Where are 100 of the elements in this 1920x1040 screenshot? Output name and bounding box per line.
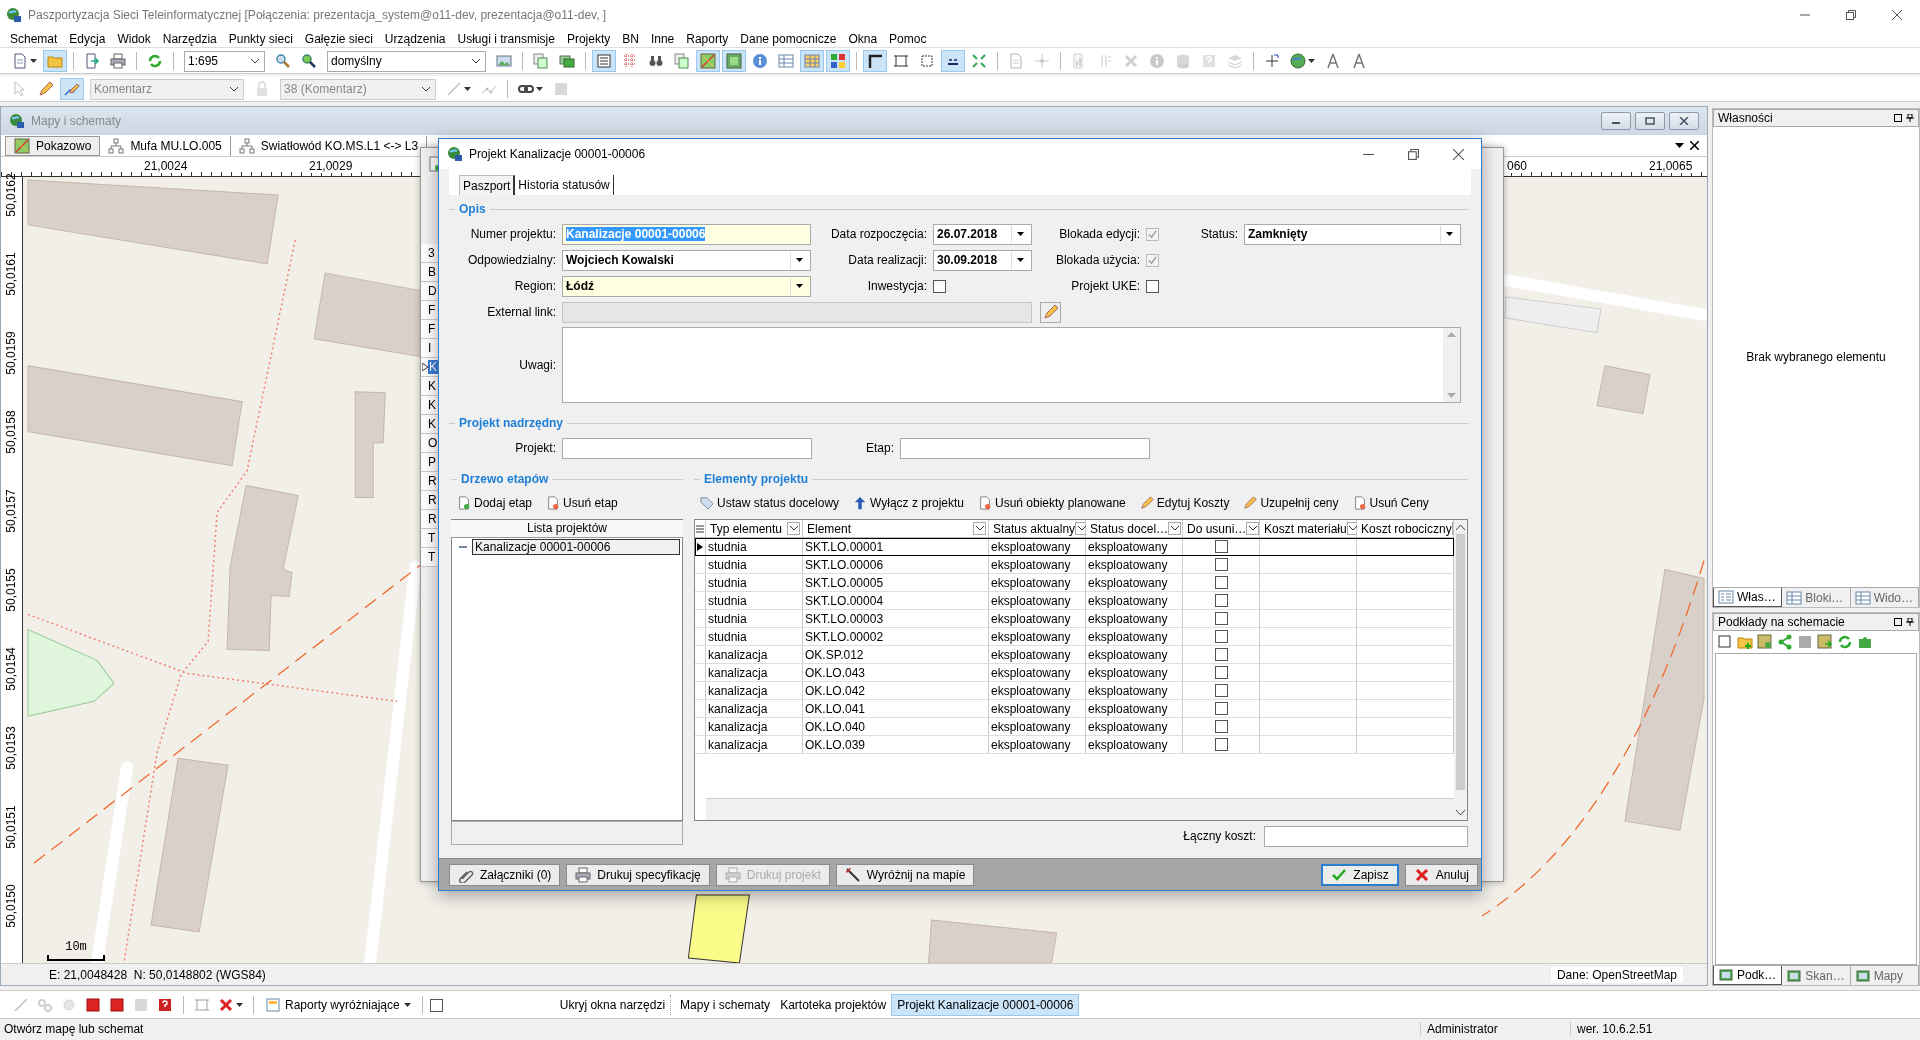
table-row[interactable]: studnia SKT.LO.00003 eksploatowany eksploatowany [695,610,1454,628]
taskbar-item[interactable]: Kartoteka projektów [775,995,892,1015]
column-header[interactable]: Do usuni… [1183,520,1260,538]
tab[interactable]: Paszport [459,175,516,195]
table-cell: OK.LO.040 [803,718,989,736]
column-header[interactable]: Koszt robociczny [1357,520,1454,538]
table-row[interactable]: kanalizacja OK.LO.040 eksploatowany eksploatowany [695,718,1454,736]
table-cell: eksploatowany [1086,574,1183,592]
toolbar-button[interactable]: Usuń Ceny [1350,496,1431,510]
menu-item[interactable]: Okna [842,31,884,46]
field-label: Data rozpoczęcia: [829,227,928,241]
field-label: Blokada edycji: [1058,227,1141,241]
table-row[interactable]: kanalizacja OK.LO.041 eksploatowany eksploatowany [695,700,1454,718]
group-title: Drzewo etapów [461,472,549,486]
ruler-label: 50,0151 [4,805,18,849]
table-row[interactable]: kanalizacja OK.SP.012 eksploatowany eksploatowany [695,646,1454,664]
tab[interactable]: Pokazowo [5,135,101,156]
button[interactable]: Zapisz [1321,863,1399,886]
menu-item[interactable]: Narzędzia [156,31,223,46]
table-cell: studnia [706,592,803,610]
button[interactable]: Załączniki (0) [449,863,561,886]
table-row[interactable]: studnia SKT.LO.00001 eksploatowany eksploatowany [695,538,1454,556]
table-row[interactable]: kanalizacja OK.LO.043 eksploatowany eksploatowany [695,664,1454,682]
dropdown[interactable]: 1:695 [184,50,265,72]
table-cell: SKT.LO.00004 [803,592,989,610]
field-label: Projekt UKE: [1070,279,1141,293]
menu-item[interactable]: Edycja [63,31,112,46]
menu-item[interactable]: BN [616,31,645,46]
menu-item[interactable]: Urządzenia [378,31,452,46]
field-label: Inwestycja: [866,279,928,293]
field-label: External link: [486,305,557,319]
column-header[interactable]: Typ elementu [706,520,803,538]
table-cell: K [428,360,438,374]
table-cell: K [428,379,436,393]
date-field[interactable]: 26.07.2018 [933,223,1032,245]
button[interactable]: Anuluj [1404,863,1478,886]
ruler-label: 50,0154 [4,647,18,691]
column-header[interactable]: Koszt materiału [1260,520,1357,538]
menu-item[interactable]: Dane pomocnicze [734,31,843,46]
dropdown[interactable]: Łódź [562,275,811,297]
table-cell: SKT.LO.00002 [803,628,989,646]
column-header[interactable]: Status aktualny [989,520,1086,538]
taskbar-item[interactable]: Projekt Kanalizacje 00001-00006 [891,994,1080,1016]
user-name: Administrator [1427,1021,1498,1036]
panel-title: Podkłady na schemacie [1718,615,1845,629]
menu-item[interactable]: Pomoc [883,31,933,46]
field-label: Blokada użycia: [1054,253,1141,267]
table-cell: OK.LO.043 [803,664,989,682]
toolbar-button[interactable]: Wyłącz z projektu [851,496,966,510]
toolbar-button[interactable]: Ustaw status docelowy [698,496,842,510]
menu-item[interactable]: Widok [111,31,157,46]
date-field[interactable]: 30.09.2018 [933,249,1032,271]
window-title: Paszportyzacja Sieci Teleinformatycznej [Połączenia: prezentacja_system@o11-dev, prezentacja@o11-dev, ] [28,8,607,22]
taskbar-item[interactable]: Mapy i schematy [675,995,776,1015]
toolbar-button[interactable]: Usuń etap [544,496,620,510]
table-cell: studnia [706,556,803,574]
menu-item[interactable]: Gałęzie sieci [298,31,379,46]
table-cell: studnia [706,628,803,646]
table-cell: kanalizacja [706,682,803,700]
table-cell: F [428,303,436,317]
menu-item[interactable]: Schemat [4,31,64,46]
taskbar-item[interactable]: Ukryj okna narzędzi [554,995,672,1015]
table-row[interactable]: kanalizacja OK.LO.039 eksploatowany eksploatowany [695,736,1454,754]
button[interactable]: Drukuj specyfikację [566,863,710,886]
dropdown[interactable]: Wojciech Kowalski [562,249,811,271]
table-row[interactable]: studnia SKT.LO.00004 eksploatowany eksploatowany [695,592,1454,610]
toolbar-button[interactable]: Uzupełnij ceny [1241,496,1341,510]
coordinates-text: E: 21,0048428 N: 50,0148802 (WGS84) [49,967,266,982]
button[interactable]: Wyróżnij na mapie [835,863,975,886]
table-row[interactable]: kanalizacja OK.LO.042 eksploatowany eksploatowany [695,682,1454,700]
dropdown[interactable]: domyślny [327,50,486,72]
table-cell: studnia [706,538,803,556]
menu-item[interactable]: Inne [644,31,681,46]
dropdown[interactable]: Zamknięty [1244,223,1461,245]
table-cell: SKT.LO.00003 [803,610,989,628]
menu-item[interactable]: Usługi i transmisje [451,31,561,46]
empty-message: Brak wybranego elementu [1746,350,1886,364]
panel-title: Własności [1718,111,1773,125]
table-cell: B [428,265,436,279]
table-cell: K [428,417,436,431]
column-header[interactable]: Status docel… [1086,520,1183,538]
menu-button[interactable]: Raporty wyróżniające [261,995,415,1015]
table-cell: T [428,531,436,545]
window-title: Mapy i schematy [31,114,122,128]
menu-item[interactable]: Raporty [680,31,735,46]
table-row[interactable]: studnia SKT.LO.00006 eksploatowany eksploatowany [695,556,1454,574]
table-cell: O [428,436,438,450]
toolbar-button[interactable]: Edytuj Koszty [1137,496,1232,510]
column-header[interactable]: Element [803,520,989,538]
tab[interactable]: Włas… [1713,588,1783,607]
menu-item[interactable]: Punkty sieci [222,31,299,46]
menu-item[interactable]: Projekty [560,31,617,46]
table-row[interactable]: studnia SKT.LO.00005 eksploatowany eksploatowany [695,574,1454,592]
table-cell: I [428,341,432,355]
toolbar-button[interactable]: Usuń obiekty planowane [976,496,1128,510]
tab[interactable]: Podk… [1713,966,1783,985]
table-cell: eksploatowany [989,700,1086,718]
toolbar-button[interactable]: Dodaj etap [455,496,535,510]
table-row[interactable]: studnia SKT.LO.00002 eksploatowany eksploatowany [695,628,1454,646]
table-cell: eksploatowany [1086,682,1183,700]
